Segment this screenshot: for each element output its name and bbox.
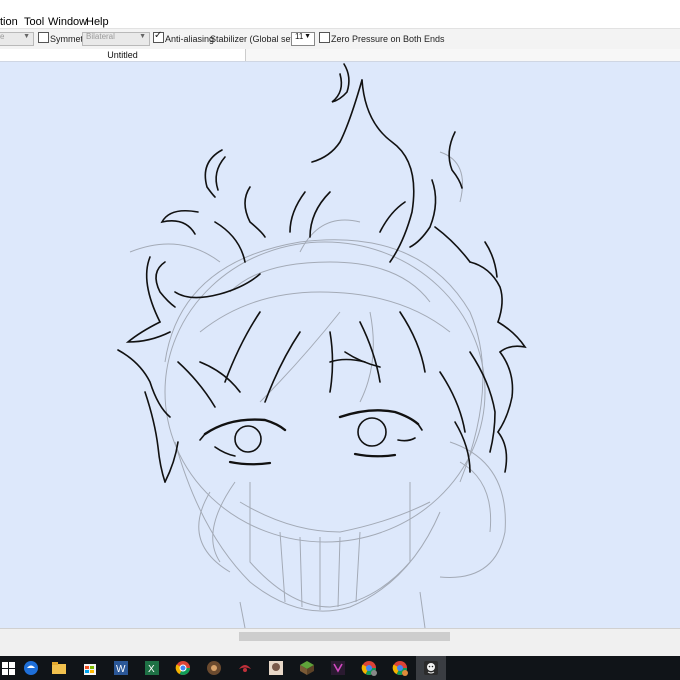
- drawing-canvas[interactable]: [0, 62, 680, 628]
- menu-help[interactable]: Help: [86, 16, 109, 28]
- scrollbar-thumb[interactable]: [239, 632, 450, 641]
- menu-selection[interactable]: tion: [0, 16, 18, 28]
- zero-pressure-checkbox[interactable]: [319, 32, 330, 43]
- app-icon-4[interactable]: [329, 659, 347, 677]
- tool-options-bar: e ▼ Symmetry Bilateral ▼ Anti-aliasing S…: [0, 28, 680, 50]
- store-icon[interactable]: [81, 659, 99, 677]
- excel-icon[interactable]: X: [143, 659, 161, 677]
- file-explorer-icon[interactable]: [50, 659, 68, 677]
- svg-text:W: W: [116, 664, 126, 675]
- sketch-artwork: [117, 63, 527, 628]
- app-icon-2[interactable]: [236, 659, 254, 677]
- antialiasing-checkbox[interactable]: [153, 30, 164, 43]
- ink-lines: [117, 63, 527, 483]
- symmetry-mode-select[interactable]: Bilateral ▼: [82, 32, 150, 46]
- minecraft-icon[interactable]: [298, 659, 316, 677]
- document-tab[interactable]: Untitled: [0, 49, 246, 61]
- windows-taskbar: W X: [0, 656, 680, 680]
- app-icon-1[interactable]: [205, 659, 223, 677]
- horizontal-scrollbar[interactable]: [0, 628, 680, 645]
- firealpaca-icon[interactable]: [422, 659, 440, 677]
- menubar: tion Tool Window Help: [0, 0, 680, 28]
- chrome-profile-icon-2[interactable]: [391, 659, 409, 677]
- stabilizer-select[interactable]: 11 ▼: [291, 32, 315, 46]
- zero-pressure-label: Zero Pressure on Both Ends: [331, 34, 445, 44]
- chevron-down-icon: ▼: [139, 33, 146, 40]
- chevron-down-icon: ▼: [304, 33, 311, 40]
- rough-sketch-lines: [129, 151, 506, 628]
- status-area: [0, 644, 680, 656]
- chevron-down-icon: ▼: [23, 33, 30, 40]
- symmetry-checkbox[interactable]: [38, 32, 49, 43]
- svg-text:X: X: [148, 664, 155, 675]
- chrome-icon[interactable]: [174, 659, 192, 677]
- chrome-profile-icon-1[interactable]: [360, 659, 378, 677]
- menu-tool[interactable]: Tool: [24, 16, 44, 28]
- windows-start-icon[interactable]: [0, 659, 18, 677]
- menu-window[interactable]: Window: [48, 16, 87, 28]
- app-icon-3[interactable]: [267, 659, 285, 677]
- word-icon[interactable]: W: [112, 659, 130, 677]
- brush-mode-select[interactable]: e ▼: [0, 32, 34, 46]
- edge-icon[interactable]: [22, 659, 40, 677]
- antialiasing-label: Anti-aliasing: [165, 34, 215, 44]
